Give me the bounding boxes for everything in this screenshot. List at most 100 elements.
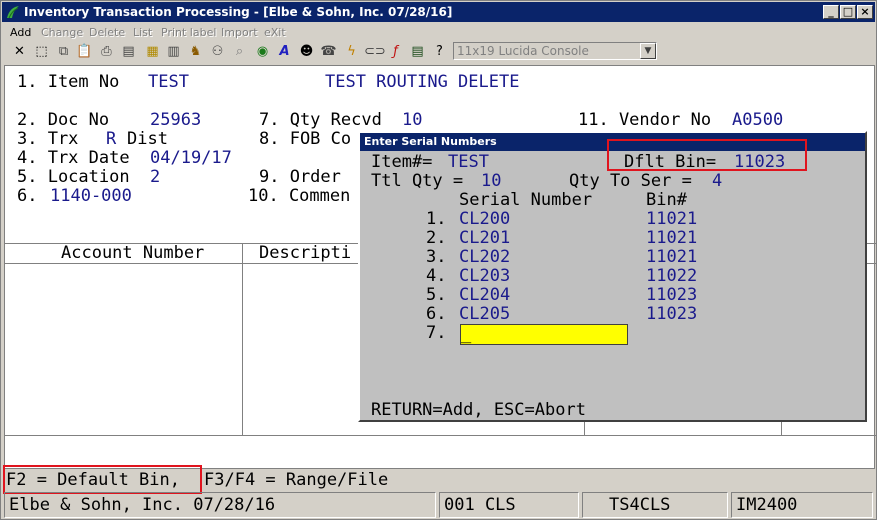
serial-row-bin[interactable]: 11023 xyxy=(646,286,697,305)
serial-row-bin[interactable]: 11023 xyxy=(646,305,697,324)
serial-row-value[interactable]: CL203 xyxy=(459,267,510,286)
chevron-down-icon[interactable]: ▼ xyxy=(640,43,656,59)
text-cursor: _ xyxy=(461,324,472,344)
copy-icon[interactable]: ⧉ xyxy=(54,42,73,61)
serial-row-value[interactable]: CL205 xyxy=(459,305,510,324)
menu-print-label[interactable]: Print label xyxy=(161,26,216,39)
document-icon[interactable]: ▤ xyxy=(408,42,427,61)
serial-row-value[interactable]: CL201 xyxy=(459,229,510,248)
fob-label: 8. FOB Co xyxy=(259,129,352,149)
comment-label: 10. Commen xyxy=(248,186,351,206)
account-value[interactable]: 1140-000 xyxy=(50,187,132,206)
dialog-item-value: TEST xyxy=(448,152,489,172)
close-button[interactable]: × xyxy=(857,5,873,19)
maximize-button[interactable]: □ xyxy=(840,5,856,19)
help-icon[interactable]: ? xyxy=(430,42,449,61)
serial-row-value[interactable]: CL202 xyxy=(459,248,510,267)
f2-highlight-box xyxy=(3,465,202,494)
serial-row-number: 4. xyxy=(426,266,447,286)
serial-numbers-dialog: Enter Serial Numbers Item#= TEST Dflt Bi… xyxy=(358,131,867,422)
serial-row-value[interactable]: CL204 xyxy=(459,286,510,305)
total-qty-label: Ttl Qty = xyxy=(371,171,464,191)
serial-row-number: 5. xyxy=(426,285,447,305)
item-no-value[interactable]: TEST xyxy=(148,73,189,92)
grid-divider xyxy=(242,243,243,435)
cancel-icon[interactable]: ✕ xyxy=(10,42,29,61)
qty-recvd-value[interactable]: 10 xyxy=(402,111,422,130)
grid-divider xyxy=(584,421,585,435)
vendor-no-value[interactable]: A0500 xyxy=(732,111,783,130)
function-icon[interactable]: ƒ xyxy=(386,42,405,61)
serial-row-bin[interactable]: 11021 xyxy=(646,229,697,248)
serial-row-value[interactable]: CL200 xyxy=(459,210,510,229)
dialog-item-label: Item#= xyxy=(371,152,433,172)
status-company: Elbe & Sohn, Inc. 07/28/16 xyxy=(4,492,436,518)
grid-bottom-line xyxy=(5,435,876,436)
menu-list[interactable]: List xyxy=(133,26,152,39)
notes-icon[interactable]: ▦ xyxy=(143,42,162,61)
serial-row-bin[interactable]: 11021 xyxy=(646,210,697,229)
menu-change[interactable]: Change xyxy=(41,26,83,39)
minimize-button[interactable]: _ xyxy=(823,5,839,19)
menu-exit[interactable]: eXit xyxy=(264,26,286,39)
serial-number-input[interactable]: _ xyxy=(460,324,628,345)
vendor-no-label: 11. Vendor No xyxy=(578,110,712,130)
link-icon[interactable]: ⊂⊃ xyxy=(364,42,386,61)
menu-bar: Add Change Delete List Print label Impor… xyxy=(2,23,875,41)
serial-row-number: 2. xyxy=(426,228,447,248)
serial-row-bin[interactable]: 11021 xyxy=(646,248,697,267)
title-bar: Inventory Transaction Processing - [Elbe… xyxy=(2,2,875,22)
calendar-icon[interactable]: ▥ xyxy=(164,42,183,61)
account-label: 6. xyxy=(17,186,38,206)
location-value[interactable]: 2 xyxy=(150,168,160,187)
menu-add[interactable]: Add xyxy=(10,26,31,39)
zoom-icon[interactable]: ⌕ xyxy=(230,42,249,61)
serial-row-number: 3. xyxy=(426,247,447,267)
qty-recvd-label: 7. Qty Recvd xyxy=(259,110,382,130)
dial-icon[interactable]: ☎ xyxy=(319,42,338,61)
serial-input-row-number: 7. xyxy=(426,323,447,343)
serial-row-number: 6. xyxy=(426,304,447,324)
menu-delete[interactable]: Delete xyxy=(89,26,125,39)
serial-row-number: 1. xyxy=(426,209,447,229)
paste-icon[interactable]: 📋 xyxy=(75,42,94,61)
menu-import[interactable]: Import xyxy=(221,26,258,39)
grid-divider xyxy=(781,421,782,435)
font-icon[interactable]: A xyxy=(275,42,294,61)
trx-date-label: 4. Trx Date xyxy=(17,148,130,168)
internet-icon[interactable]: ◉ xyxy=(253,42,272,61)
item-no-label: 1. Item No xyxy=(17,72,120,92)
doc-no-value[interactable]: 25963 xyxy=(150,111,201,130)
f3-f4-range-file-hint[interactable]: F3/F4 = Range/File xyxy=(204,471,388,490)
status-company-code: 001 CLS xyxy=(439,492,579,518)
binoculars-icon[interactable]: ⚇ xyxy=(208,42,227,61)
macro-icon[interactable]: ϟ xyxy=(342,42,361,61)
trx-label: 3. Trx xyxy=(17,129,79,149)
setup-icon[interactable]: ▤ xyxy=(119,42,138,61)
status-terminal: TS4CLS xyxy=(582,492,728,518)
font-selector[interactable]: 11x19 Lucida Console ▼ xyxy=(453,42,657,60)
flashlight-icon[interactable]: ♞ xyxy=(186,42,205,61)
item-description: TEST ROUTING DELETE xyxy=(325,72,520,92)
user-icon[interactable]: ☻ xyxy=(297,42,316,61)
print-icon[interactable]: ⎙ xyxy=(97,42,116,61)
grid-header-description: Descripti xyxy=(259,243,352,263)
app-window: Inventory Transaction Processing - [Elbe… xyxy=(0,0,877,520)
default-bin-highlight-box xyxy=(607,139,807,171)
dialog-footer-hint: RETURN=Add, ESC=Abort xyxy=(371,400,586,420)
toolbar: ✕ ⬚ ⧉ 📋 ⎙ ▤ ▦ ▥ ♞ ⚇ ⌕ ◉ A ☻ ☎ ϟ ⊂⊃ ƒ ▤ ? xyxy=(2,41,875,63)
trx-value[interactable]: R xyxy=(106,130,116,149)
serial-row-bin[interactable]: 11022 xyxy=(646,267,697,286)
doc-no-label: 2. Doc No xyxy=(17,110,110,130)
serial-number-column-header: Serial Number xyxy=(459,190,593,210)
qty-to-serialize-value: 4 xyxy=(712,171,723,191)
trx-date-value[interactable]: 04/19/17 xyxy=(150,149,232,168)
bin-column-header: Bin# xyxy=(646,190,687,210)
window-title: Inventory Transaction Processing - [Elbe… xyxy=(24,5,453,19)
grid-header-account-number: Account Number xyxy=(61,243,205,263)
location-label: 5. Location xyxy=(17,167,130,187)
status-program: IM2400 xyxy=(731,492,873,518)
select-icon[interactable]: ⬚ xyxy=(32,42,51,61)
trx-type: Dist xyxy=(127,129,168,149)
app-icon xyxy=(7,6,19,19)
